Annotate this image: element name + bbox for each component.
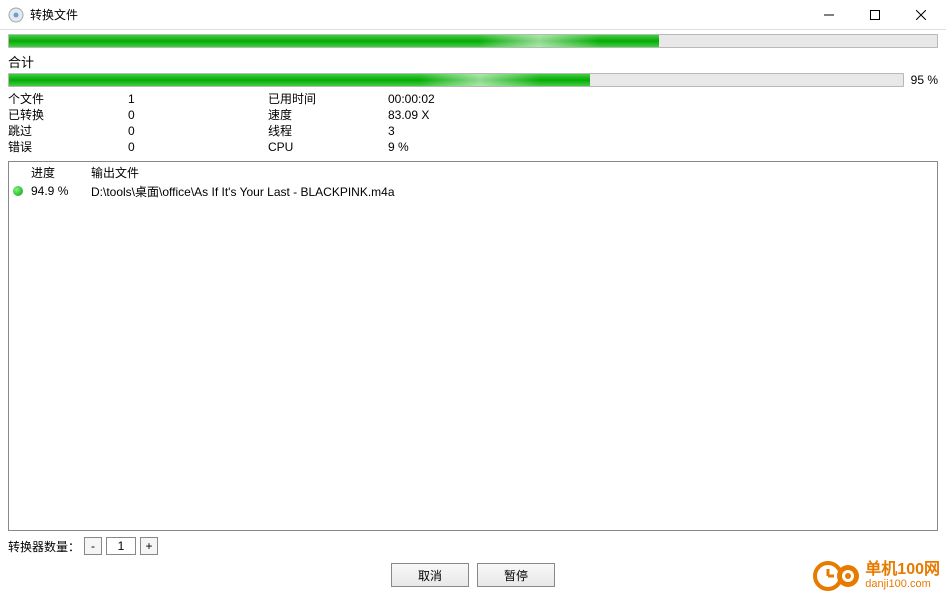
converter-count-label: 转换器数量： (8, 538, 80, 555)
threads-label: 线程 (268, 123, 388, 139)
maximize-button[interactable] (852, 0, 898, 30)
decrement-button[interactable]: - (84, 537, 102, 555)
titlebar: 转换文件 (0, 0, 946, 30)
increment-button[interactable]: + (140, 537, 158, 555)
window-title: 转换文件 (30, 6, 806, 23)
content-area: 合计 95 % 个文件 1 已用时间 00:00:02 已转换 0 速度 83.… (0, 30, 946, 595)
cancel-button[interactable]: 取消 (391, 563, 469, 587)
converter-count-row: 转换器数量： - + (8, 537, 938, 555)
header-output-file: 输出文件 (87, 164, 937, 181)
stats-grid: 个文件 1 已用时间 00:00:02 已转换 0 速度 83.09 X 跳过 … (8, 91, 938, 155)
close-button[interactable] (898, 0, 944, 30)
skipped-label: 跳过 (8, 123, 128, 139)
converted-value: 0 (128, 107, 268, 123)
pause-button[interactable]: 暂停 (477, 563, 555, 587)
elapsed-label: 已用时间 (268, 91, 388, 107)
errors-value: 0 (128, 139, 268, 155)
row-file-path: D:\tools\桌面\office\As If It's Your Last … (87, 183, 937, 200)
elapsed-value: 00:00:02 (388, 91, 528, 107)
file-list-panel: 进度 输出文件 94.9 % D:\tools\桌面\office\As If … (8, 161, 938, 531)
converter-count-input[interactable] (106, 537, 136, 555)
total-label: 合计 (8, 52, 938, 71)
row-progress: 94.9 % (27, 184, 87, 198)
total-percent-text: 95 % (904, 73, 938, 87)
cpu-label: CPU (268, 139, 388, 155)
skipped-value: 0 (128, 123, 268, 139)
window-controls (806, 0, 944, 30)
errors-label: 错误 (8, 139, 128, 155)
table-row[interactable]: 94.9 % D:\tools\桌面\office\As If It's You… (9, 182, 937, 200)
total-progress-bar (8, 73, 904, 87)
files-value: 1 (128, 91, 268, 107)
speed-value: 83.09 X (388, 107, 528, 123)
converted-label: 已转换 (8, 107, 128, 123)
app-icon (8, 7, 24, 23)
total-progress-row: 95 % (8, 73, 938, 87)
current-progress-bar (8, 34, 938, 48)
file-list-header: 进度 输出文件 (9, 162, 937, 182)
status-dot-icon (13, 186, 23, 196)
header-progress: 进度 (27, 164, 87, 181)
speed-label: 速度 (268, 107, 388, 123)
threads-value: 3 (388, 123, 528, 139)
cpu-value: 9 % (388, 139, 528, 155)
files-label: 个文件 (8, 91, 128, 107)
minimize-button[interactable] (806, 0, 852, 30)
action-buttons: 取消 暂停 (8, 563, 938, 587)
